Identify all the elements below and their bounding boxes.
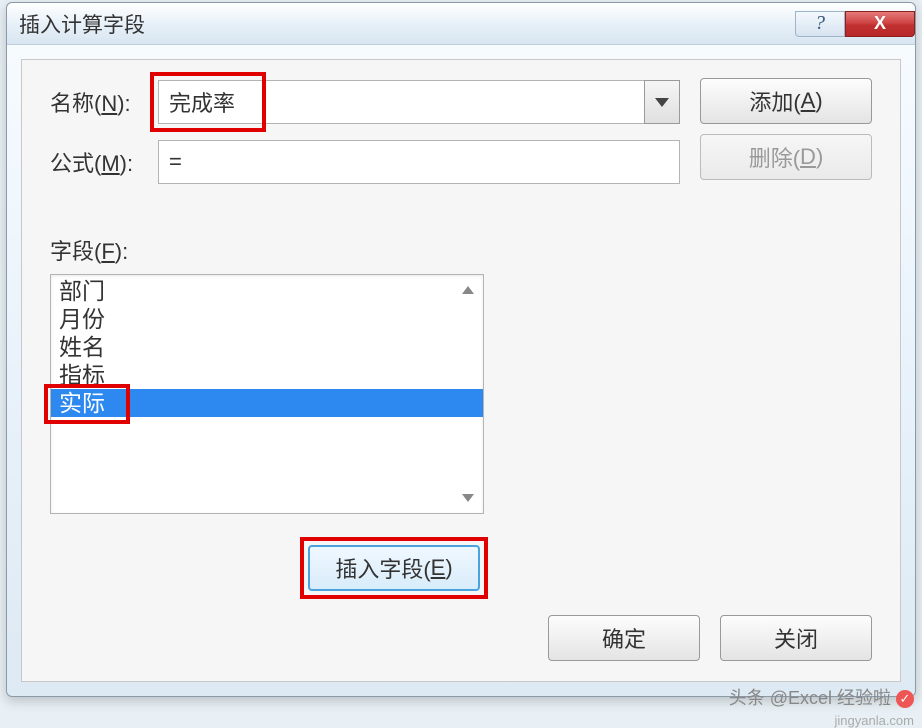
fields-items: 部门 月份 姓名 指标 实际 [51, 275, 483, 419]
titlebar-buttons: ? X [795, 11, 915, 37]
name-label: 名称(N): [50, 86, 158, 118]
formula-label: 公式(M): [50, 146, 158, 178]
add-button[interactable]: 添加(A) [700, 78, 872, 124]
highlight-insert: 插入字段(E) [300, 537, 488, 599]
close-dialog-button[interactable]: 关闭 [720, 615, 872, 661]
help-button[interactable]: ? [795, 11, 845, 37]
list-item[interactable]: 姓名 [51, 333, 483, 361]
watermark-text: 头条 @Excel 经验啦 ✓ [729, 684, 914, 710]
dialog-content: 名称(N): 公式(M): 添加(A) 删除(D) 字段(F): [21, 59, 901, 682]
list-item[interactable]: 月份 [51, 305, 483, 333]
close-button[interactable]: X [845, 11, 915, 37]
list-item-selected[interactable]: 实际 [51, 389, 483, 417]
ok-button[interactable]: 确定 [548, 615, 700, 661]
list-item[interactable]: 指标 [51, 361, 483, 389]
watermark-site: jingyanla.com [835, 713, 915, 728]
name-combo [158, 80, 680, 124]
fields-label: 字段(F): [50, 234, 872, 266]
name-dropdown-arrow[interactable] [644, 80, 680, 124]
verified-icon: ✓ [896, 690, 914, 708]
delete-button: 删除(D) [700, 134, 872, 180]
scroll-down-icon[interactable] [455, 485, 481, 511]
titlebar: 插入计算字段 ? X [7, 3, 915, 45]
name-input[interactable] [158, 80, 680, 124]
scroll-up-icon[interactable] [455, 277, 481, 303]
list-item[interactable]: 部门 [51, 277, 483, 305]
insert-field-button[interactable]: 插入字段(E) [308, 545, 480, 591]
bottom-buttons: 确定 关闭 [548, 615, 872, 661]
fields-listbox-wrap: 部门 月份 姓名 指标 实际 [50, 274, 484, 514]
dialog-title: 插入计算字段 [19, 9, 795, 39]
fields-listbox[interactable]: 部门 月份 姓名 指标 实际 [50, 274, 484, 514]
formula-input[interactable] [158, 140, 680, 184]
dialog: 插入计算字段 ? X 名称(N): 公式(M): 添加(A) [6, 2, 916, 697]
